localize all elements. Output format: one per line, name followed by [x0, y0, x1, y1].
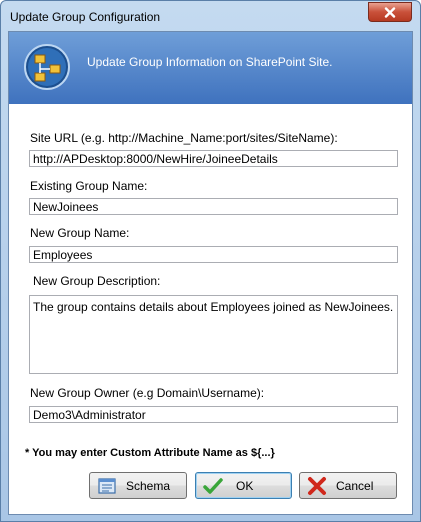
- header-band: Update Group Information on SharePoint S…: [9, 32, 412, 104]
- dialog-client: Update Group Information on SharePoint S…: [8, 31, 413, 515]
- header-text: Update Group Information on SharePoint S…: [87, 55, 333, 69]
- new-group-input[interactable]: Employees: [29, 246, 398, 263]
- schema-button[interactable]: Schema: [89, 472, 187, 499]
- close-button[interactable]: [368, 2, 412, 22]
- schema-icon: [96, 475, 118, 497]
- form-area: Site URL (e.g. http://Machine_Name:port/…: [9, 104, 412, 514]
- existing-group-label: Existing Group Name:: [30, 179, 148, 193]
- cancel-button-label: Cancel: [336, 478, 374, 493]
- group-config-icon: [23, 43, 71, 91]
- owner-input[interactable]: Demo3\Administrator: [29, 406, 398, 423]
- owner-label: New Group Owner (e.g Domain\Username):: [30, 386, 265, 400]
- description-label: New Group Description:: [33, 274, 161, 288]
- new-group-label: New Group Name:: [30, 226, 130, 240]
- title-bar[interactable]: Update Group Configuration: [1, 1, 420, 31]
- existing-group-input[interactable]: NewJoinees: [29, 198, 398, 215]
- description-textarea[interactable]: The group contains details about Employe…: [29, 295, 398, 374]
- cancel-button[interactable]: Cancel: [299, 472, 397, 499]
- ok-button[interactable]: OK: [195, 472, 292, 499]
- schema-button-label: Schema: [126, 478, 171, 493]
- cancel-x-icon: [306, 475, 328, 497]
- site-url-input[interactable]: http://APDesktop:8000/NewHire/JoineeDeta…: [29, 150, 398, 167]
- site-url-label: Site URL (e.g. http://Machine_Name:port/…: [30, 131, 338, 145]
- ok-button-label: OK: [236, 478, 254, 493]
- custom-attribute-note: * You may enter Custom Attribute Name as…: [25, 447, 275, 459]
- window-title: Update Group Configuration: [10, 10, 161, 24]
- checkmark-icon: [202, 475, 224, 497]
- close-icon: [384, 6, 396, 18]
- dialog-window: Update Group Configuration Update Group …: [0, 0, 421, 522]
